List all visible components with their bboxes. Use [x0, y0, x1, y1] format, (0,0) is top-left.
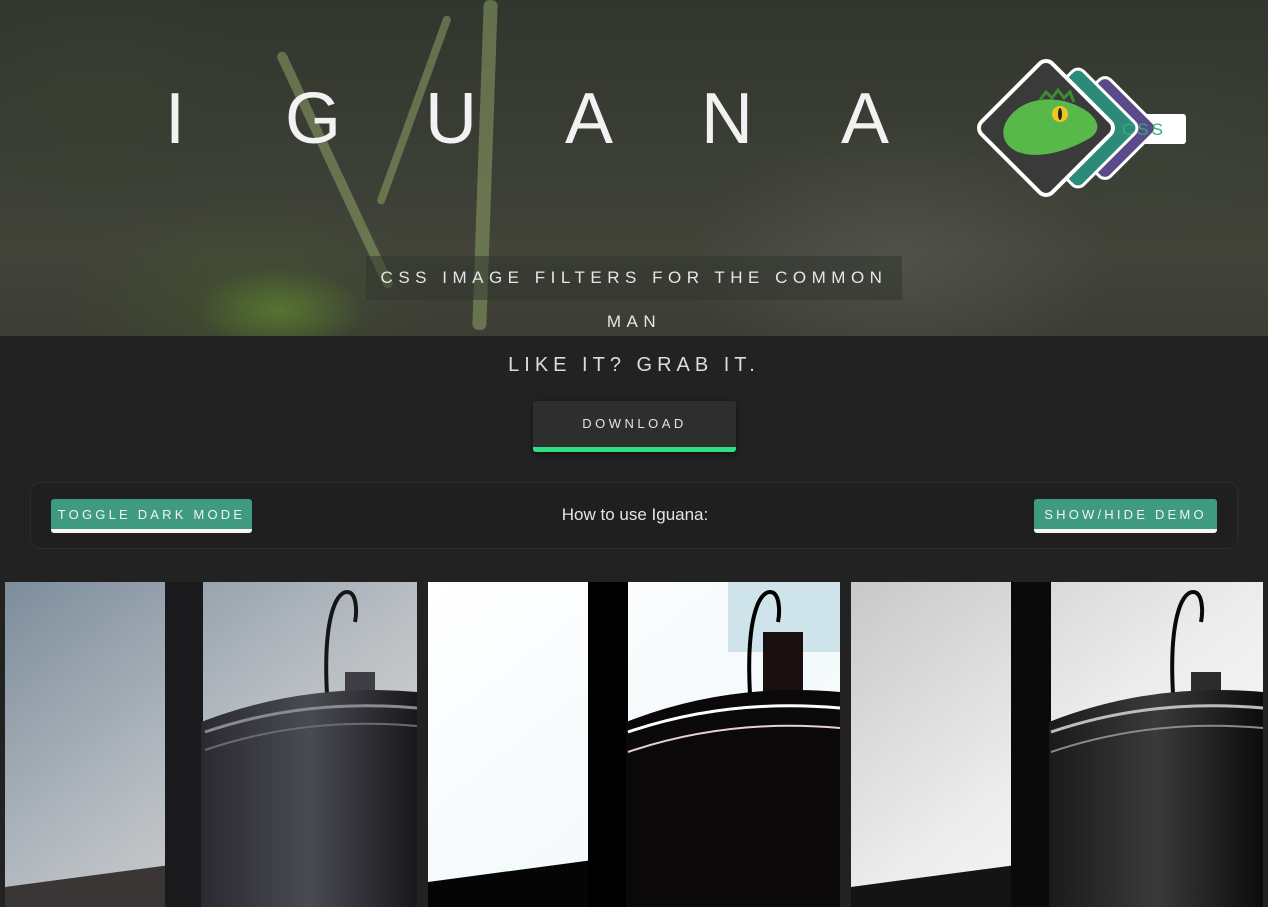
logo-css-text: CSS [1122, 120, 1166, 139]
hero-banner: I G U A N A CSS CSS IMAGE FILTERS FOR TH… [0, 0, 1268, 336]
title-letter: A [840, 79, 890, 159]
demo-image-high-contrast [428, 582, 840, 907]
iguana-logo: CSS [977, 59, 1186, 197]
title-letter: G [284, 79, 341, 159]
show-hide-demo-button[interactable]: SHOW/HIDE DEMO [1034, 499, 1217, 533]
title-letter: I [164, 79, 185, 159]
demo-image-original [5, 582, 417, 907]
control-bar: How to use Iguana: TOGGLE DARK MODE SHOW… [30, 482, 1238, 549]
demo-image-grayscale [851, 582, 1263, 907]
grab-heading: LIKE IT? GRAB IT. [508, 354, 760, 376]
toggle-dark-mode-button[interactable]: TOGGLE DARK MODE [51, 499, 252, 533]
title-letter: U [425, 79, 477, 159]
title-letter: N [701, 79, 753, 159]
title-letter: A [564, 79, 614, 159]
hero-title: I G U A N A [140, 78, 900, 178]
hero-subtitle: CSS IMAGE FILTERS FOR THE COMMON MAN [366, 256, 902, 331]
download-button[interactable]: DOWNLOAD [533, 401, 736, 452]
